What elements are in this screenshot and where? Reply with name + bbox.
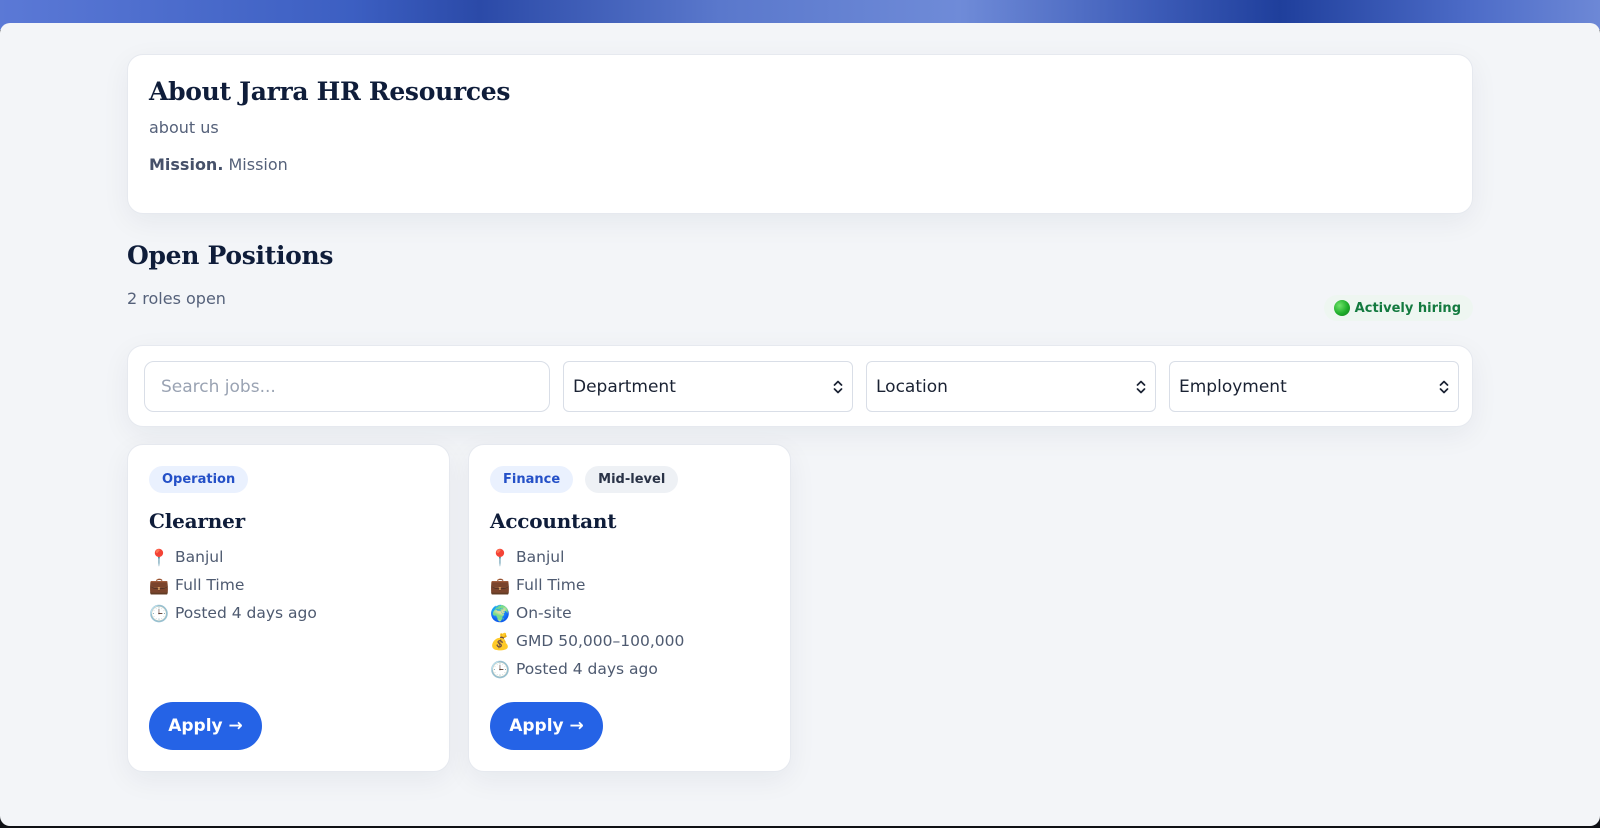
apply-button[interactable]: Apply → bbox=[149, 702, 262, 750]
job-salary: 💰 GMD 50,000–100,000 bbox=[490, 627, 769, 655]
job-location: 📍 Banjul bbox=[149, 543, 428, 571]
job-employment-type: 💼 Full Time bbox=[490, 571, 769, 599]
job-card: Operation Clearner 📍 Banjul 💼 Full Time … bbox=[127, 444, 450, 772]
green-circle-icon bbox=[1333, 300, 1350, 316]
search-jobs-input[interactable] bbox=[144, 361, 550, 412]
job-posted-date: 🕒 Posted 4 days ago bbox=[149, 599, 428, 627]
pin-icon: 📍 bbox=[490, 547, 510, 567]
job-employment-type: 💼 Full Time bbox=[149, 571, 428, 599]
about-text: about us bbox=[149, 118, 219, 137]
updown-chevron-icon bbox=[1439, 380, 1449, 393]
hiring-badge-label: Actively hiring bbox=[1354, 300, 1461, 316]
department-tag: Finance bbox=[490, 466, 574, 493]
job-location-text: Banjul bbox=[516, 548, 565, 566]
job-posted-date: 🕒 Posted 4 days ago bbox=[490, 655, 769, 683]
job-card: Finance Mid-level Accountant 📍 Banjul 💼 … bbox=[468, 444, 791, 772]
page-content: About Jarra HR Resources about us Missio… bbox=[0, 23, 1600, 826]
job-tags: Finance Mid-level bbox=[490, 466, 769, 493]
location-select[interactable]: Location bbox=[866, 361, 1156, 412]
job-employment-text: Full Time bbox=[175, 576, 245, 594]
roles-count: 2 roles open bbox=[127, 289, 226, 308]
job-location-text: Banjul bbox=[175, 548, 224, 566]
job-location: 📍 Banjul bbox=[490, 543, 769, 571]
location-select-value: Location bbox=[876, 376, 948, 397]
job-salary-text: GMD 50,000–100,000 bbox=[516, 632, 685, 650]
clock-icon: 🕒 bbox=[490, 659, 510, 679]
seniority-tag: Mid-level bbox=[585, 466, 679, 493]
money-bag-icon: 💰 bbox=[490, 631, 510, 651]
job-posted-text: Posted 4 days ago bbox=[175, 604, 317, 622]
about-card: About Jarra HR Resources about us Missio… bbox=[127, 54, 1473, 214]
briefcase-icon: 💼 bbox=[490, 575, 510, 595]
open-positions-title: Open Positions bbox=[127, 241, 334, 270]
job-workplace: 🌍 On-site bbox=[490, 599, 769, 627]
department-tag: Operation bbox=[149, 466, 249, 493]
job-title: Accountant bbox=[490, 509, 617, 533]
updown-chevron-icon bbox=[833, 380, 843, 393]
actively-hiring-badge: Actively hiring bbox=[1323, 295, 1473, 321]
employment-select-value: Employment bbox=[1179, 376, 1287, 397]
job-posted-text: Posted 4 days ago bbox=[516, 660, 658, 678]
job-filter-bar: Department Location Employment bbox=[127, 345, 1473, 427]
job-meta: 📍 Banjul 💼 Full Time 🌍 On-site 💰 GMD 50,… bbox=[490, 543, 769, 683]
job-employment-text: Full Time bbox=[516, 576, 586, 594]
mission-label: Mission. bbox=[149, 155, 224, 174]
job-meta: 📍 Banjul 💼 Full Time 🕒 Posted 4 days ago bbox=[149, 543, 428, 627]
mission-statement: Mission. Mission bbox=[149, 155, 1451, 174]
pin-icon: 📍 bbox=[149, 547, 169, 567]
job-title: Clearner bbox=[149, 509, 245, 533]
clock-icon: 🕒 bbox=[149, 603, 169, 623]
mission-text: Mission bbox=[228, 155, 288, 174]
employment-select[interactable]: Employment bbox=[1169, 361, 1459, 412]
department-select-value: Department bbox=[573, 376, 676, 397]
updown-chevron-icon bbox=[1136, 380, 1146, 393]
department-select[interactable]: Department bbox=[563, 361, 853, 412]
apply-button[interactable]: Apply → bbox=[490, 702, 603, 750]
briefcase-icon: 💼 bbox=[149, 575, 169, 595]
globe-icon: 🌍 bbox=[490, 603, 510, 623]
job-tags: Operation bbox=[149, 466, 428, 493]
about-title: About Jarra HR Resources bbox=[149, 77, 511, 106]
job-workplace-text: On-site bbox=[516, 604, 572, 622]
